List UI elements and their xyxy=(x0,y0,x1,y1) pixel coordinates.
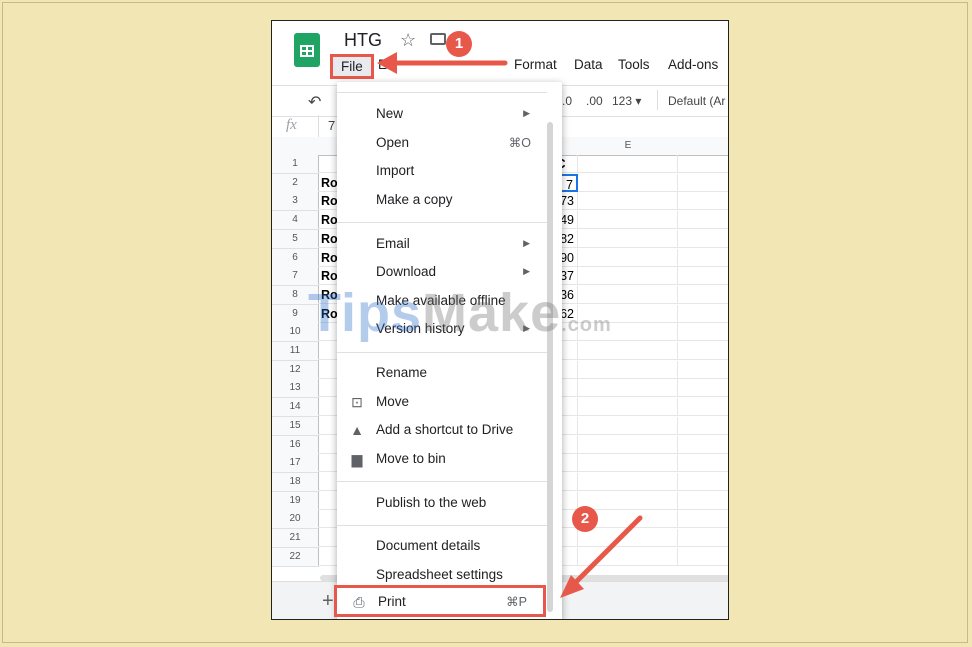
arrow-1-head xyxy=(377,52,397,74)
step-2-badge: 2 xyxy=(572,506,598,532)
step-1-badge: 1 xyxy=(446,31,472,57)
watermark: TipsMake.com xyxy=(308,283,612,343)
